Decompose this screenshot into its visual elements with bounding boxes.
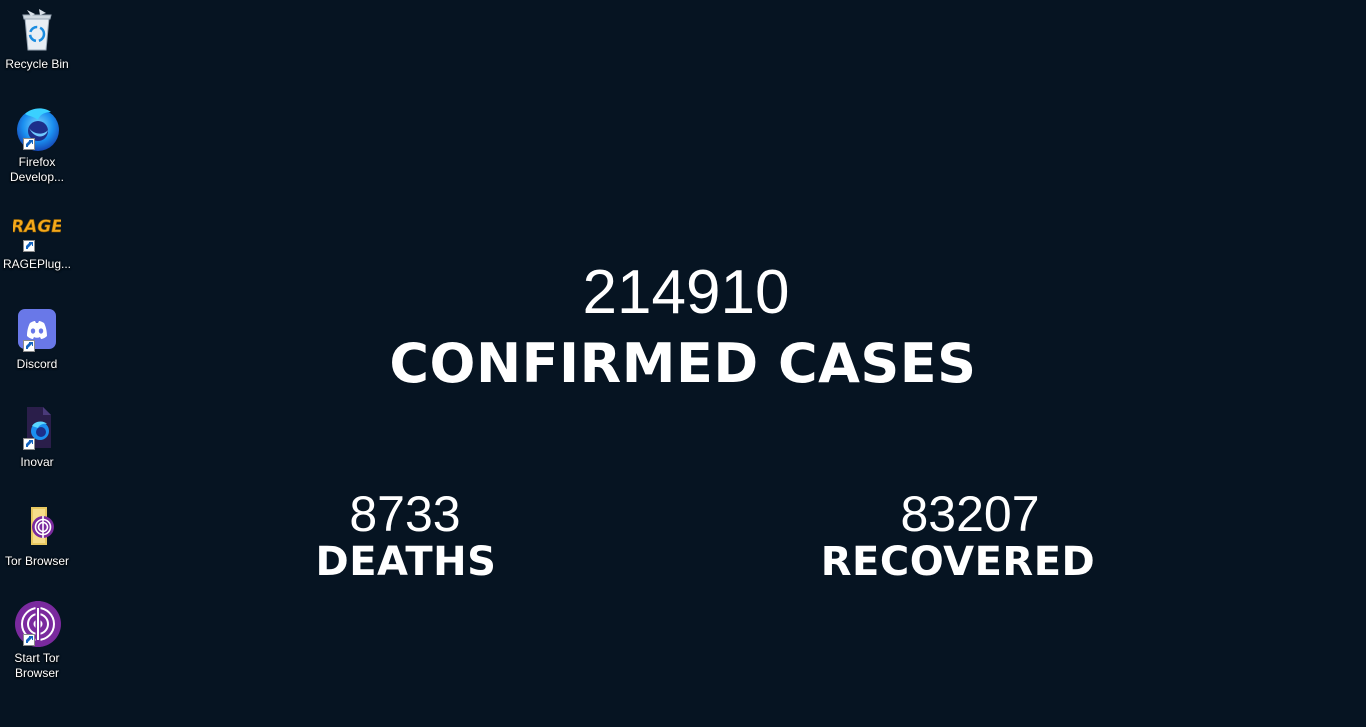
confirmed-cases-label: CONFIRMED CASES: [389, 332, 977, 395]
shortcut-arrow-icon: [23, 240, 35, 252]
shortcut-arrow-icon: [23, 138, 35, 150]
desktop-icon-label: Discord: [16, 357, 58, 371]
desktop-icon-discord[interactable]: Discord: [2, 306, 72, 372]
shortcut-arrow-icon: [23, 634, 35, 646]
desktop-icon-label: Start Tor Browser: [14, 651, 60, 680]
desktop-icon-label: RAGEPlug...: [2, 257, 72, 271]
desktop-icon-label: Inovar: [20, 455, 54, 469]
desktop-icon-inovar[interactable]: Inovar: [2, 404, 72, 470]
desktop-icon-label: Firefox Develop...: [9, 155, 65, 184]
firefox-developer-icon: [13, 104, 61, 152]
desktop-icon-tor-browser[interactable]: Tor Browser: [2, 503, 72, 569]
start-tor-browser-icon: [13, 600, 61, 648]
recovered-count: 83207: [900, 486, 1040, 542]
discord-icon: [13, 306, 61, 354]
inovar-icon: [13, 404, 61, 452]
deaths-label: DEATHS: [315, 539, 497, 585]
desktop-icon-rage-plugin[interactable]: RAGE RAGEPlug...: [2, 210, 72, 272]
desktop-icon-firefox-developer[interactable]: Firefox Develop...: [2, 104, 72, 185]
rage-plugin-icon: RAGE: [11, 210, 64, 254]
desktop: Recycle Bin Firefox Develop... RAGE RAGE…: [0, 0, 1366, 727]
desktop-icon-label: Tor Browser: [4, 554, 69, 568]
svg-text:RAGE: RAGE: [13, 217, 61, 237]
deaths-count: 8733: [349, 486, 461, 542]
shortcut-arrow-icon: [23, 340, 35, 352]
recycle-bin-icon: [13, 6, 61, 54]
desktop-icon-start-tor-browser[interactable]: Start Tor Browser: [2, 600, 72, 681]
desktop-icon-recycle-bin[interactable]: Recycle Bin: [2, 6, 72, 72]
shortcut-arrow-icon: [23, 438, 35, 450]
desktop-icon-label: Recycle Bin: [5, 57, 69, 71]
tor-browser-folder-icon: [13, 503, 61, 551]
recovered-label: RECOVERED: [820, 539, 1096, 585]
confirmed-cases-count: 214910: [582, 258, 790, 327]
